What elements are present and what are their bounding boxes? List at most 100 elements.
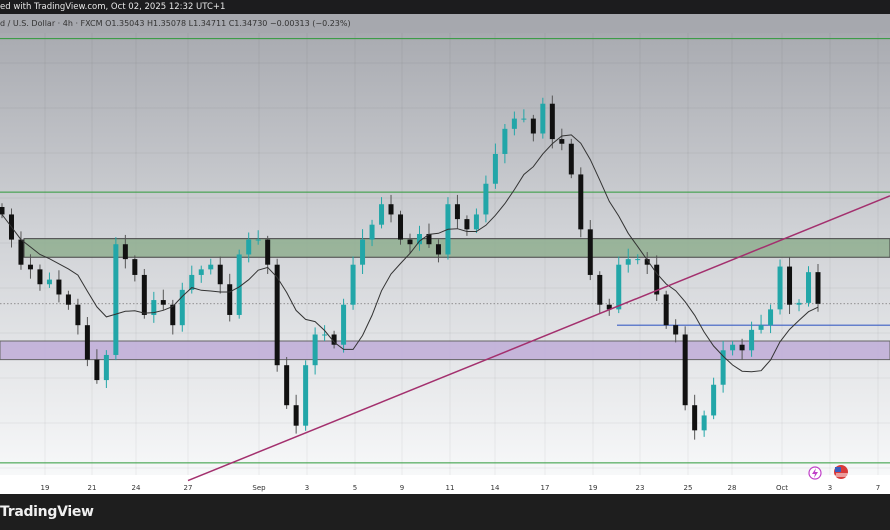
- lightning-event-icon[interactable]: [808, 466, 822, 480]
- candle-body: [303, 365, 309, 426]
- x-tick-label: Oct: [776, 484, 788, 492]
- symbol-info-bar: d / U.S. Dollar · 4h · FXCM O1.35043 H1.…: [0, 14, 890, 33]
- candle-body: [217, 264, 223, 285]
- candle-body: [625, 259, 631, 265]
- candle-body: [407, 239, 413, 245]
- candle: [341, 298, 347, 353]
- candle-body: [483, 183, 489, 215]
- x-tick-label: 17: [541, 484, 550, 492]
- x-tick-label: 25: [684, 484, 693, 492]
- candle: [141, 268, 147, 319]
- candle-body: [568, 143, 574, 175]
- candle-body: [255, 239, 261, 241]
- symbol-ohlc: d / U.S. Dollar · 4h · FXCM O1.35043 H1.…: [0, 19, 351, 28]
- candle-body: [398, 214, 404, 240]
- candle-body: [84, 325, 90, 360]
- candle-body: [360, 239, 366, 265]
- candle-body: [208, 264, 214, 270]
- x-tick-label: 7: [876, 484, 880, 492]
- candle-body: [492, 153, 498, 184]
- candle-body: [578, 174, 584, 230]
- candle-body: [730, 344, 736, 351]
- candle-body: [265, 239, 271, 265]
- candle-body: [227, 284, 233, 315]
- candle-body: [388, 204, 394, 215]
- candle-body: [616, 264, 622, 310]
- candle-body: [132, 259, 138, 275]
- candle-body: [369, 224, 375, 240]
- candle-body: [473, 214, 479, 230]
- candle-body: [673, 325, 679, 335]
- candle-body: [198, 269, 204, 275]
- candle-body: [113, 244, 119, 355]
- candle-body: [141, 274, 147, 315]
- candle: [113, 237, 119, 361]
- candle-body: [350, 264, 356, 305]
- candle-body: [160, 300, 166, 305]
- candle-body: [312, 334, 318, 366]
- candle-body: [663, 294, 669, 326]
- candle-body: [236, 254, 242, 315]
- candle-body: [94, 359, 100, 381]
- candle-body: [549, 103, 555, 140]
- candle-body: [711, 384, 717, 416]
- candle-body: [587, 229, 593, 275]
- x-tick-label: 19: [589, 484, 598, 492]
- candle: [682, 326, 688, 411]
- published-header: ed with TradingView.com, Oct 02, 2025 12…: [0, 0, 890, 14]
- candle-body: [739, 344, 745, 351]
- x-tick-label: 28: [728, 484, 737, 492]
- candle: [303, 360, 309, 431]
- candle-body: [0, 207, 5, 215]
- x-tick-label: 3: [305, 484, 309, 492]
- x-tick-label: 19: [41, 484, 50, 492]
- candle-body: [341, 304, 347, 345]
- price-chart[interactable]: 19 21 24 27 Sep 3 5 9 11 14 17 19 23 25 28 Oct 3 7: [0, 33, 890, 494]
- candle: [806, 266, 812, 307]
- candle-body: [322, 334, 328, 336]
- candle: [236, 249, 242, 319]
- candle-body: [806, 272, 812, 303]
- x-tick-label: 11: [446, 484, 455, 492]
- x-tick-label: 9: [400, 484, 404, 492]
- candle-body: [692, 405, 698, 431]
- candle-body: [559, 139, 565, 144]
- x-tick-label: 21: [88, 484, 97, 492]
- candle-body: [749, 329, 755, 351]
- x-tick-label: 24: [132, 484, 141, 492]
- candle: [540, 97, 546, 139]
- candle-body: [27, 264, 33, 270]
- candle: [578, 167, 584, 238]
- candle: [663, 290, 669, 329]
- candle-body: [122, 244, 128, 260]
- candle-body: [379, 204, 385, 225]
- candle-body: [170, 304, 176, 326]
- candle-body: [521, 118, 527, 120]
- candle-body: [635, 259, 641, 261]
- candle-body: [75, 304, 81, 326]
- purple-zone[interactable]: [0, 340, 890, 361]
- candle: [568, 138, 574, 179]
- candle: [777, 259, 783, 315]
- candle-body: [530, 118, 536, 134]
- x-tick-label: 23: [636, 484, 645, 492]
- tradingview-logo[interactable]: TradingView: [0, 494, 94, 530]
- candle-body: [815, 272, 821, 304]
- candle-body: [284, 365, 290, 406]
- candle-body: [502, 128, 508, 154]
- candle-body: [46, 279, 52, 285]
- candle-body: [597, 274, 603, 305]
- candle-body: [454, 204, 460, 220]
- candle-body: [65, 294, 71, 305]
- candle-body: [511, 118, 517, 129]
- us-flag-event-icon[interactable]: [834, 465, 848, 479]
- candle-body: [293, 405, 299, 426]
- x-tick-label: 5: [353, 484, 357, 492]
- candle: [179, 282, 185, 332]
- candle-body: [796, 302, 802, 305]
- candle: [445, 197, 451, 260]
- footer-bar: TradingView: [0, 494, 890, 530]
- candle-body: [787, 266, 793, 305]
- published-text: ed with TradingView.com, Oct 02, 2025 12…: [0, 2, 226, 12]
- candle-body: [682, 334, 688, 406]
